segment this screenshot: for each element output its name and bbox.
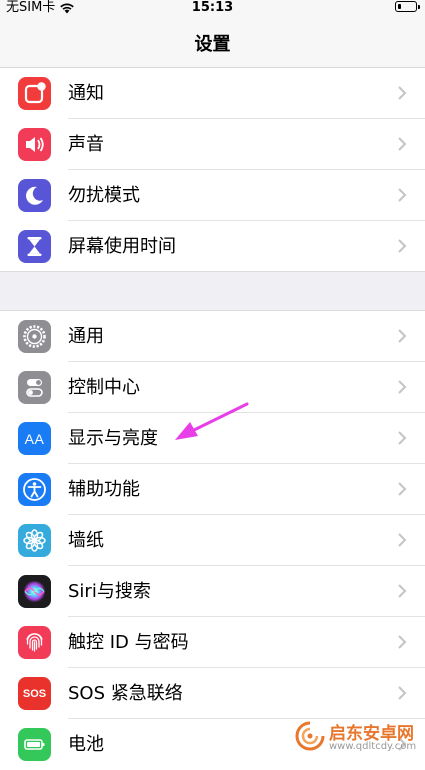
settings-group-2: 通用 控制中心 AA 显示与亮度 辅助功能 墙纸 Siri与搜索 触控 ID 与… xyxy=(0,311,425,770)
wallpaper-icon xyxy=(18,524,51,557)
settings-row-label: 通知 xyxy=(68,83,104,104)
chevron-right-icon xyxy=(398,86,407,100)
settings-row-touch-id-passcode[interactable]: 触控 ID 与密码 xyxy=(0,617,425,668)
status-time: 15:13 xyxy=(191,0,234,15)
battery-level xyxy=(397,3,401,9)
chevron-right-icon xyxy=(398,188,407,202)
chevron-right-icon xyxy=(398,239,407,253)
siri-icon xyxy=(18,575,51,608)
chevron-right-icon xyxy=(398,482,407,496)
settings-row-label: 控制中心 xyxy=(68,377,140,398)
section-spacer xyxy=(0,271,425,311)
battery-icon xyxy=(18,728,51,761)
chevron-right-icon xyxy=(398,431,407,445)
display-brightness-icon: AA xyxy=(18,422,51,455)
hourglass-icon xyxy=(18,230,51,263)
settings-row-label: SOS 紧急联络 xyxy=(68,683,183,704)
settings-row-do-not-disturb[interactable]: 勿扰模式 xyxy=(0,170,425,221)
settings-row-label: 声音 xyxy=(68,134,104,155)
watermark: 启东安卓网 www.qdltcdy.com xyxy=(293,717,421,757)
settings-row-label: 显示与亮度 xyxy=(68,428,158,449)
settings-row-label: 电池 xyxy=(68,734,104,755)
settings-row-label: 勿扰模式 xyxy=(68,185,140,206)
control-center-icon xyxy=(18,371,51,404)
notifications-icon xyxy=(18,77,51,110)
settings-row-label: 屏幕使用时间 xyxy=(68,236,176,257)
chevron-right-icon xyxy=(398,137,407,151)
settings-row-siri-search[interactable]: Siri与搜索 xyxy=(0,566,425,617)
status-bar: 无SIM卡 15:13 xyxy=(0,0,425,16)
do-not-disturb-icon xyxy=(18,179,51,212)
settings-row-label: 通用 xyxy=(68,326,104,347)
watermark-url: www.qdltcdy.com xyxy=(329,741,417,752)
settings-row-control-center[interactable]: 控制中心 xyxy=(0,362,425,413)
sos-icon: SOS xyxy=(18,677,51,710)
settings-row-label: 触控 ID 与密码 xyxy=(68,632,189,653)
settings-row-label: Siri与搜索 xyxy=(68,581,151,602)
settings-row-wallpaper[interactable]: 墙纸 xyxy=(0,515,425,566)
chevron-right-icon xyxy=(398,533,407,547)
sos-icon-glyph: SOS xyxy=(22,687,47,700)
display-icon-glyph: AA xyxy=(24,430,45,447)
settings-row-sounds[interactable]: 声音 xyxy=(0,119,425,170)
settings-row-label: 墙纸 xyxy=(68,530,104,551)
navigation-bar: 设置 xyxy=(0,16,425,68)
settings-row-emergency-sos[interactable]: SOS SOS 紧急联络 xyxy=(0,668,425,719)
page-title: 设置 xyxy=(194,34,231,55)
gear-icon xyxy=(18,320,51,353)
watermark-logo-icon xyxy=(295,721,325,751)
chevron-right-icon xyxy=(398,686,407,700)
battery-indicator-icon xyxy=(395,1,420,12)
chevron-right-icon xyxy=(398,380,407,394)
chevron-right-icon xyxy=(398,584,407,598)
fingerprint-icon xyxy=(18,626,51,659)
settings-group-1: 通知 声音 勿扰模式 屏幕使用时间 xyxy=(0,68,425,272)
chevron-right-icon xyxy=(398,329,407,343)
settings-row-general[interactable]: 通用 xyxy=(0,311,425,362)
settings-row-display-brightness[interactable]: AA 显示与亮度 xyxy=(0,413,425,464)
sounds-icon xyxy=(18,128,51,161)
chevron-right-icon xyxy=(398,635,407,649)
accessibility-icon xyxy=(18,473,51,506)
settings-row-notifications[interactable]: 通知 xyxy=(0,68,425,119)
settings-row-label: 辅助功能 xyxy=(68,479,140,500)
settings-row-screen-time[interactable]: 屏幕使用时间 xyxy=(0,221,425,272)
settings-row-accessibility[interactable]: 辅助功能 xyxy=(0,464,425,515)
